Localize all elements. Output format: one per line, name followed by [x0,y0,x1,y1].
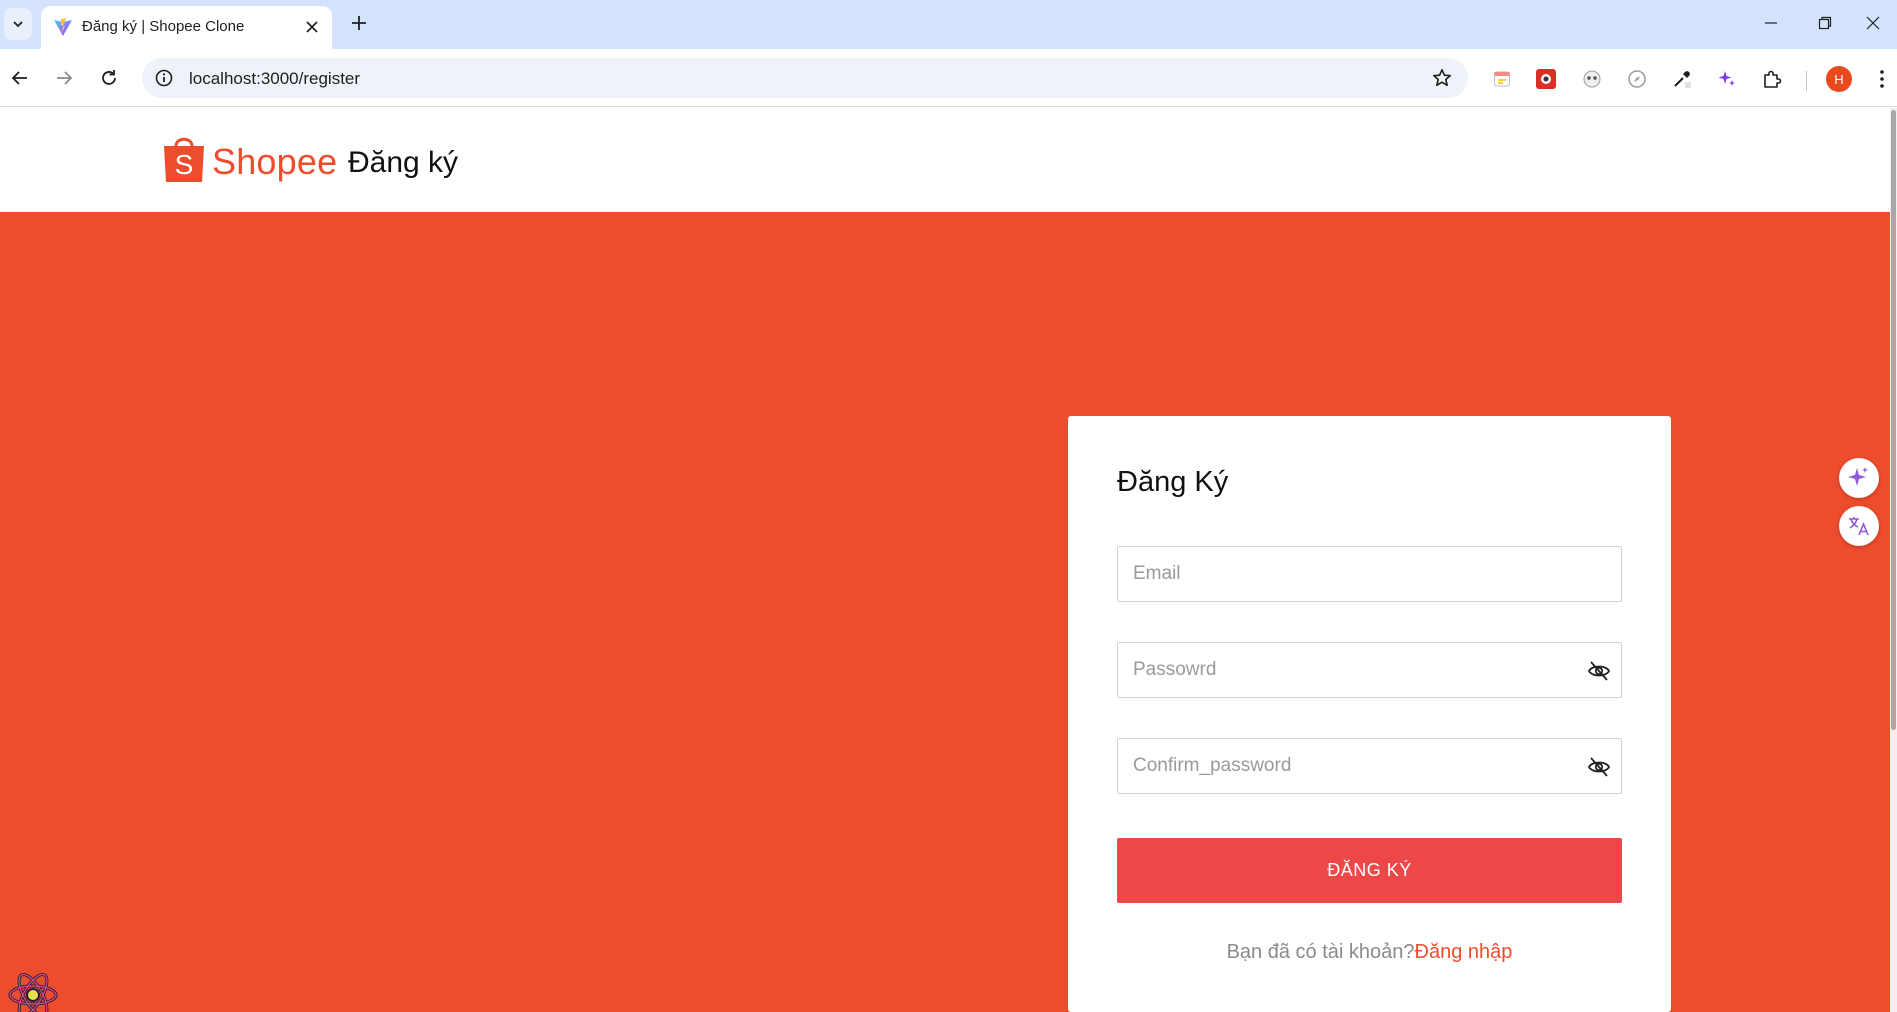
toggle-confirm-password-visibility[interactable] [1585,753,1613,781]
address-bar[interactable]: localhost:3000/register [142,58,1468,98]
email-input[interactable] [1118,547,1621,601]
browser-toolbar: localhost:3000/register H [0,49,1897,107]
profile-avatar[interactable]: H [1826,66,1852,92]
info-icon [155,69,173,87]
tab-strip: Đăng ký | Shopee Clone [0,0,1897,49]
register-form: Đăng Ký ĐĂNG KÝ [1068,416,1671,1012]
forward-button[interactable] [48,62,80,94]
tab-search-button[interactable] [4,8,32,40]
login-prompt-line: Bạn đã có tài khoản?Đăng nhập [1068,941,1671,964]
site-header: S Shopee Đăng ký [0,108,1890,212]
extension-compass[interactable] [1625,67,1649,91]
shopee-bag-icon: S [164,137,204,182]
compass-extension-icon [1628,70,1646,88]
minimize-button[interactable] [1742,0,1800,46]
new-tab-button[interactable] [345,9,373,37]
close-icon [1866,16,1880,30]
toolbar-separator [1806,71,1807,91]
react-devtools-button[interactable] [4,970,62,1012]
login-link[interactable]: Đăng nhập [1415,941,1513,963]
tab-title: Đăng ký | Shopee Clone [82,18,245,35]
register-banner: Đăng Ký ĐĂNG KÝ [0,212,1890,1012]
extensions-menu-button[interactable] [1760,67,1784,91]
password-input[interactable] [1118,643,1621,697]
toggle-password-visibility[interactable] [1585,657,1613,685]
page-viewport: S Shopee Đăng ký Đăng Ký Email ĐĂNG KÝ B… [0,108,1890,1012]
password-field-wrapper [1117,642,1622,698]
star-icon [1433,69,1451,87]
panda-extension-icon [1583,70,1601,88]
vite-icon [54,18,72,36]
confirm-password-input[interactable] [1118,739,1621,793]
extension-red[interactable] [1534,67,1558,91]
calendar-extension-icon [1494,71,1510,87]
logo-text: Shopee [212,141,338,182]
react-icon [8,973,58,1012]
eye-off-icon [1587,661,1611,681]
extension-eyedropper[interactable] [1670,67,1694,91]
email-field-wrapper [1117,546,1622,602]
register-submit-button[interactable]: ĐĂNG KÝ [1117,838,1622,903]
translate-button[interactable] [1839,506,1879,546]
browser-tab-active[interactable]: Đăng ký | Shopee Clone [41,6,332,49]
address-url: localhost:3000/register [189,69,361,88]
plus-icon [352,16,366,30]
extension-calendar[interactable] [1490,67,1514,91]
tab-close-button[interactable] [300,15,324,39]
eye-off-icon [1587,757,1611,777]
extension-panda[interactable] [1580,67,1604,91]
forward-icon [57,71,73,85]
reload-icon [102,70,116,85]
chevron-down-icon [13,21,23,28]
sparkle-icon [1848,467,1868,486]
restore-icon [1818,16,1832,30]
page-scrollbar-thumb[interactable] [1891,110,1896,730]
minimize-icon [1765,22,1777,24]
puzzle-icon [1764,70,1782,88]
page-title: Đăng ký [348,146,459,179]
translate-icon [1849,517,1869,536]
back-icon [11,71,27,85]
extension-sparkle[interactable] [1715,67,1739,91]
browser-menu-button[interactable] [1874,65,1890,93]
sparkle-icon [1718,71,1735,86]
ai-assistant-button[interactable] [1839,458,1879,498]
svg-text:S: S [175,149,194,180]
close-icon [306,21,318,33]
eyedropper-extension-icon [1674,71,1691,88]
shopee-logo[interactable]: S Shopee [160,132,337,188]
reload-button[interactable] [93,62,125,94]
confirm-password-field-wrapper [1117,738,1622,794]
close-window-button[interactable] [1844,0,1897,46]
browser-window: Đăng ký | Shopee Clone localhost:3000/re… [0,0,1897,1012]
menu-icon [1880,70,1884,88]
bookmark-button[interactable] [1430,66,1454,90]
back-button[interactable] [4,62,36,94]
site-info-button[interactable] [152,66,176,90]
red-extension-icon [1536,69,1556,89]
login-prompt-text: Bạn đã có tài khoản? [1226,941,1415,963]
form-title: Đăng Ký [1117,466,1229,498]
